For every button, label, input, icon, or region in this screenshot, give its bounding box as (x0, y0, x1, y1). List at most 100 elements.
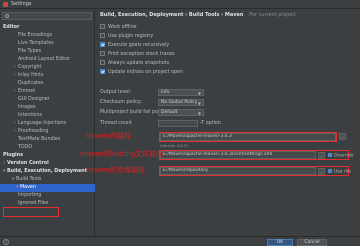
checkbox-update-indices-on-project-open[interactable]: Update indices on project open (100, 69, 183, 76)
checkbox-print-exception-stack-traces[interactable]: Print exception stack traces (100, 51, 175, 58)
sidebar-item-label: Build, Execution, Deployment (7, 169, 88, 174)
sidebar-item-file-types[interactable]: File Types (0, 48, 95, 56)
sidebar-item-label: TextMate Bundles (18, 137, 61, 142)
sidebar-item-label: File Types (18, 49, 42, 54)
sidebar-item-build-execution-deployment[interactable]: ▾ Build, Execution, Deployment (0, 168, 95, 176)
checkbox-icon[interactable] (100, 33, 105, 38)
maven-version-note: (Version 3.6.3) (160, 143, 188, 148)
checkbox-icon (328, 169, 332, 173)
checkbox-label: Update indices on project open (108, 70, 183, 75)
sidebar-item-label: Ignored Files (18, 201, 49, 206)
output-level-label: Output level: (100, 90, 132, 95)
checksum-policy-select[interactable]: No Global Policy ▼ (158, 99, 204, 106)
settings-window: Settings Editor File Encodings Live Templa… (0, 0, 360, 246)
local-repo-override-checkbox[interactable]: Use rile (328, 169, 351, 175)
checkbox-icon (328, 153, 332, 157)
sidebar-item-maven[interactable]: ▾ Maven (0, 184, 95, 192)
checkbox-icon[interactable] (100, 60, 105, 65)
maven-tree-highlight (3, 207, 59, 217)
sidebar-item-label: Build Tools (16, 177, 42, 182)
maven-home-browse-button[interactable]: … (339, 133, 346, 140)
sidebar-item-editor[interactable]: Editor (0, 24, 95, 32)
sidebar-item-inlay-hints[interactable]: › Inlay Hints (0, 72, 95, 80)
sidebar-item-build-tools[interactable]: ▾ Build Tools (0, 176, 95, 184)
chevron-down-icon: ▼ (197, 101, 201, 106)
output-level-value: info (161, 90, 170, 95)
checkbox-icon[interactable] (100, 24, 105, 29)
checkbox-icon[interactable] (100, 51, 105, 56)
sidebar-item-label: Intentions (18, 113, 43, 118)
title-bar: Settings (0, 0, 360, 9)
sidebar-item-label: Importing (18, 193, 42, 198)
checkbox-use-plugin-registry[interactable]: Use plugin registry (100, 33, 153, 40)
override-label: Override (334, 153, 354, 159)
maven-settings-panel: Build, Execution, Deployment › Build Too… (96, 10, 360, 236)
chevron-down-icon: ▼ (197, 91, 201, 96)
sidebar-item-label: Proofreading (18, 129, 49, 134)
checkbox-label: Always update snapshots (108, 61, 170, 66)
annotation-settings-file: maven的setting文件路径 (80, 150, 164, 158)
breadcrumb-path: Build, Execution, Deployment › Build Too… (100, 12, 244, 18)
user-settings-browse-button[interactable]: … (318, 152, 325, 159)
sidebar-item-proofreading[interactable]: › Proofreading (0, 128, 95, 136)
sidebar-item-images[interactable]: Images (0, 104, 95, 112)
sidebar-item-label: Inlay Hints (18, 73, 44, 78)
sidebar-item-version-control[interactable]: › Version Control (0, 160, 95, 168)
output-level-select[interactable]: info ▼ (158, 89, 204, 96)
annotation-maven-home: maven的路径 (86, 132, 131, 140)
annotation-repository: maven的仓库路径 (86, 166, 145, 174)
sidebar-item-label: Plugins (3, 153, 23, 158)
checkbox-work-offline[interactable]: Work offline (100, 24, 137, 31)
checksum-policy-value: No Global Policy (161, 100, 198, 105)
ok-button[interactable]: OK (267, 239, 293, 246)
checkbox-execute-goals-recursively[interactable]: Execute goals recursively (100, 42, 169, 49)
override-label: Use rile (334, 169, 351, 175)
chevron-down-icon: ▼ (197, 111, 201, 116)
breadcrumb: Build, Execution, Deployment › Build Too… (100, 12, 296, 18)
sidebar-item-intentions[interactable]: Intentions (0, 112, 95, 120)
sidebar-item-label: Duplicates (18, 81, 44, 86)
window-title: Settings (11, 1, 32, 7)
checkbox-label: Execute goals recursively (108, 43, 170, 48)
sidebar-item-label: Emmet (18, 89, 36, 94)
sidebar-item-label: Images (18, 105, 36, 110)
cancel-button[interactable]: Cancel (297, 239, 327, 246)
help-icon[interactable]: ? (3, 239, 9, 245)
multiproject-fail-select[interactable]: Default ▼ (158, 109, 204, 116)
sidebar-item-gui-designer[interactable]: GUI Designer (0, 96, 95, 104)
search-icon (5, 14, 9, 18)
sidebar-item-label: Maven (20, 185, 36, 190)
checkbox-label: Use plugin registry (108, 34, 154, 39)
sidebar-item-label: Copyright (18, 65, 42, 70)
checkbox-label: Work offline (108, 25, 137, 30)
checkbox-always-update-snapshots[interactable]: Always update snapshots (100, 60, 169, 67)
sidebar-item-copyright[interactable]: › Copyright (0, 64, 95, 72)
sidebar-item-language-injections[interactable]: › Language Injections (0, 120, 95, 128)
sidebar-item-android-layout-editor[interactable]: Android Layout Editor (0, 56, 95, 64)
checkbox-icon[interactable] (100, 69, 105, 74)
dialog-button-bar: ? OK Cancel (0, 236, 360, 246)
checkbox-label: Print exception stack traces (108, 52, 175, 57)
thread-count-suffix: -T option (200, 121, 221, 126)
sidebar-item-label: File Encodings (18, 33, 53, 38)
user-settings-override-checkbox[interactable]: Override (328, 153, 353, 159)
settings-search-input[interactable] (2, 12, 92, 20)
sidebar-item-textmate-bundles[interactable]: TextMate Bundles (0, 136, 95, 144)
sidebar-item-duplicates[interactable]: Duplicates (0, 80, 95, 88)
sidebar-item-label: Editor (3, 25, 20, 30)
multiproject-fail-value: Default (161, 110, 178, 115)
settings-sidebar: Editor File Encodings Live Templates File T… (0, 10, 95, 236)
checksum-policy-label: Checksum policy: (100, 100, 142, 105)
sidebar-item-file-encodings[interactable]: File Encodings (0, 32, 95, 40)
sidebar-item-importing[interactable]: Importing (0, 192, 95, 200)
local-repo-browse-button[interactable]: … (318, 168, 325, 175)
thread-count-input[interactable] (158, 120, 198, 127)
thread-count-label: Thread count (100, 121, 132, 126)
sidebar-item-label: GUI Designer (18, 97, 50, 102)
sidebar-item-label: Language Injections (18, 121, 67, 126)
intellij-icon (3, 2, 8, 7)
checkbox-icon[interactable] (100, 42, 105, 47)
sidebar-item-live-templates[interactable]: Live Templates (0, 40, 95, 48)
sidebar-item-emmet[interactable]: › Emmet (0, 88, 95, 96)
project-scope-note: For current project (249, 12, 296, 18)
